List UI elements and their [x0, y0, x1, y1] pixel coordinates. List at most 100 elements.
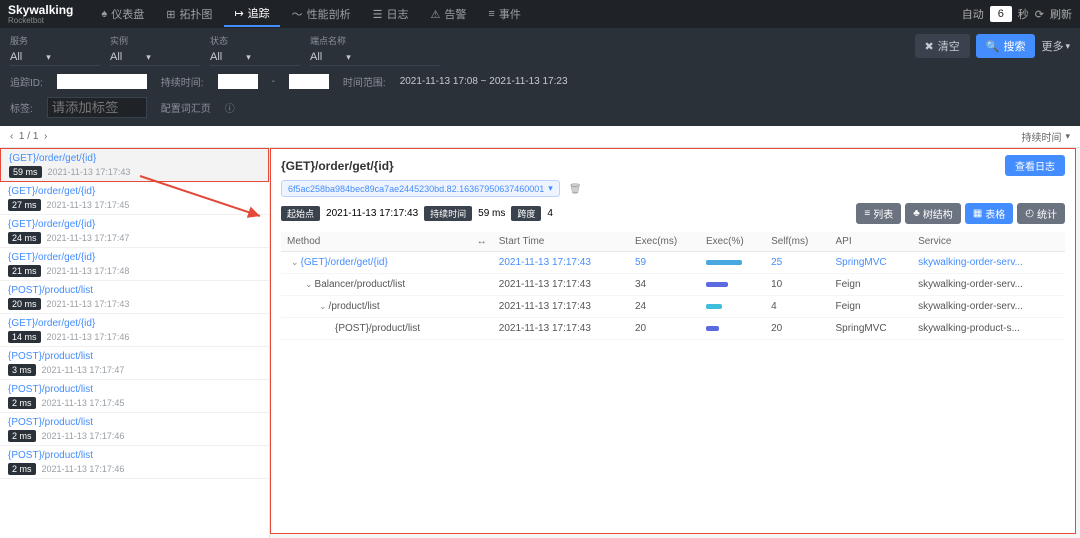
nav-alarm[interactable]: ⚠告警 — [421, 1, 477, 27]
caret-icon[interactable]: ⌄ — [305, 279, 313, 289]
refresh-seconds[interactable]: 6 — [990, 6, 1012, 22]
delete-icon[interactable]: 🗑 — [569, 184, 582, 195]
span-api: SpringMVC — [829, 252, 912, 274]
top-nav: Skywalking Rocketbot ♠仪表盘 ⊞拓扑图 ↦追踪 〜性能剖析… — [0, 0, 1080, 28]
col-service[interactable]: Service — [912, 232, 1065, 252]
trace-name: {GET}/order/get/{id} — [8, 219, 261, 230]
trace-name: {POST}/product/list — [8, 417, 261, 428]
keyword-label: 配置词汇页 — [161, 100, 211, 115]
trace-item[interactable]: {POST}/product/list3 ms2021-11-13 17:17:… — [0, 347, 269, 380]
nav-log[interactable]: ☰日志 — [363, 1, 419, 27]
trace-item[interactable]: {GET}/order/get/{id}24 ms2021-11-13 17:1… — [0, 215, 269, 248]
pager: ‹ 1 / 1 › 持续时间 ▾ — [0, 126, 1080, 148]
col-method[interactable]: Method — [281, 232, 471, 252]
trace-item[interactable]: {GET}/order/get/{id}27 ms2021-11-13 17:1… — [0, 182, 269, 215]
time-label: 时间范围: — [343, 74, 386, 89]
table-row[interactable]: ⌄Balancer/product/list2021-11-13 17:17:4… — [281, 274, 1065, 296]
caret-icon[interactable]: ⌄ — [319, 301, 327, 311]
trace-list: {GET}/order/get/{id}59 ms2021-11-13 17:1… — [0, 148, 270, 538]
auto-label: 自动 — [962, 6, 984, 22]
col-self[interactable]: Self(ms) — [765, 232, 829, 252]
col-start[interactable]: Start Time — [493, 232, 629, 252]
trace-item[interactable]: {GET}/order/get/{id}59 ms2021-11-13 17:1… — [0, 148, 269, 182]
start-value: 2021-11-13 17:17:43 — [326, 208, 418, 219]
trace-item[interactable]: {POST}/product/list 2 ms 2021-11-13 17:17:… — [0, 413, 269, 446]
tag-input[interactable] — [47, 97, 147, 118]
pager-page: 1 — [19, 131, 25, 142]
filter-bar: 服务 All▾ 实例 All▾ 状态 All▾ 端点名称 All▾ ✖清空 🔍搜… — [0, 28, 1080, 72]
top-right: 自动 6 秒 ⟳ 刷新 — [962, 6, 1072, 22]
trace-id-label: 追踪ID: — [10, 74, 43, 89]
trace-time: 2021-11-13 17:17:46 — [42, 431, 125, 441]
view-tree-button[interactable]: ♣ 树结构 — [905, 203, 961, 224]
refresh-label[interactable]: 刷新 — [1050, 6, 1072, 22]
trace-time: 2021-11-13 17:17:46 — [47, 332, 130, 342]
instance-filter[interactable]: 实例 All▾ — [110, 34, 200, 66]
endpoint-filter[interactable]: 端点名称 All▾ — [310, 34, 440, 66]
col-exec-ms[interactable]: Exec(ms) — [629, 232, 700, 252]
pager-prev[interactable]: ‹ — [10, 131, 13, 142]
duration-badge: 27 ms — [8, 199, 41, 211]
trace-item[interactable]: {POST}/product/list2 ms2021-11-13 17:17:… — [0, 380, 269, 413]
view-list-button[interactable]: ≡ 列表 — [856, 203, 901, 224]
trace-item[interactable]: {GET}/order/get/{id}21 ms2021-11-13 17:1… — [0, 248, 269, 281]
dur-value: 59 ms — [478, 208, 505, 219]
duration-from-input[interactable] — [218, 74, 258, 89]
state-filter[interactable]: 状态 All▾ — [210, 34, 300, 66]
table-row[interactable]: ⌄/product/list2021-11-13 17:17:43244Feig… — [281, 296, 1065, 318]
nav-event[interactable]: ≡事件 — [478, 1, 530, 27]
trace-time: 2021-11-13 17:17:43 — [47, 299, 130, 309]
nav-trace[interactable]: ↦追踪 — [224, 1, 279, 27]
span-method: {POST}/product/list — [335, 323, 420, 334]
refresh-icon[interactable]: ⟳ — [1035, 8, 1044, 21]
trace-id-chip[interactable]: 6f5ac258ba984bec89ca7ae2445230bd.82.1636… — [281, 180, 560, 197]
trace-time: 2021-11-13 17:17:48 — [47, 266, 130, 276]
col-api[interactable]: API — [829, 232, 912, 252]
log-icon: ☰ — [373, 8, 383, 21]
search-button[interactable]: 🔍搜索 — [976, 34, 1036, 58]
chevron-down-icon: ▾ — [46, 52, 51, 63]
view-stats-button[interactable]: ◴ 统计 — [1017, 203, 1065, 224]
nav-topology[interactable]: ⊞拓扑图 — [156, 1, 222, 27]
trace-id-input[interactable] — [57, 74, 147, 89]
duration-badge: 2 ms — [8, 430, 36, 442]
duration-badge: 20 ms — [8, 298, 41, 310]
trace-name: {POST}/product/list — [8, 285, 261, 296]
profile-icon: 〜 — [292, 6, 303, 22]
trace-name: {GET}/order/get/{id} — [8, 186, 261, 197]
nav-profile[interactable]: 〜性能剖析 — [282, 1, 361, 27]
sec-unit: 秒 — [1018, 6, 1029, 22]
table-row[interactable]: {POST}/product/list2021-11-13 17:17:4320… — [281, 318, 1065, 340]
trace-item[interactable]: {POST}/product/list2 ms2021-11-13 17:17:… — [0, 446, 269, 479]
span-exec-ms: 20 — [629, 318, 700, 340]
duration-to-input[interactable] — [289, 74, 329, 89]
info-icon[interactable]: ⓘ — [225, 100, 235, 115]
span-self: 25 — [765, 252, 829, 274]
filter-row-3: 标签: 配置词汇页 ⓘ — [0, 97, 1080, 126]
service-filter[interactable]: 服务 All▾ — [10, 34, 100, 66]
view-table-button[interactable]: ▦ 表格 — [965, 203, 1013, 224]
duration-badge: 3 ms — [8, 364, 36, 376]
clear-button[interactable]: ✖清空 — [915, 34, 970, 58]
pager-next[interactable]: › — [44, 131, 47, 142]
chevron-down-icon: ▾ — [1065, 41, 1070, 52]
span-start: 2021-11-13 17:17:43 — [493, 252, 629, 274]
span-exec-ms: 34 — [629, 274, 700, 296]
sort-label[interactable]: 持续时间 — [1021, 129, 1061, 144]
table-row[interactable]: ⌄{GET}/order/get/{id}2021-11-13 17:17:43… — [281, 252, 1065, 274]
time-range[interactable]: 2021-11-13 17:08 ~ 2021-11-13 17:23 — [400, 76, 568, 87]
col-exec-pct[interactable]: Exec(%) — [700, 232, 765, 252]
span-service: skywalking-order-serv... — [912, 274, 1065, 296]
trace-name: {GET}/order/get/{id} — [9, 153, 260, 164]
more-dropdown[interactable]: 更多▾ — [1041, 38, 1070, 54]
view-log-button[interactable]: 查看日志 — [1005, 155, 1065, 176]
caret-icon[interactable]: ⌄ — [291, 257, 299, 267]
trace-detail: {GET}/order/get/{id} 查看日志 6f5ac258ba984b… — [270, 148, 1076, 534]
event-icon: ≡ — [488, 8, 494, 20]
span-service: skywalking-order-serv... — [912, 296, 1065, 318]
trace-time: 2021-11-13 17:17:47 — [42, 365, 125, 375]
col-expand[interactable]: ↔ — [471, 232, 493, 252]
trace-item[interactable]: {POST}/product/list 20 ms 2021-11-13 17:17… — [0, 281, 269, 314]
nav-dashboard[interactable]: ♠仪表盘 — [91, 1, 154, 27]
trace-item[interactable]: {GET}/order/get/{id}14 ms2021-11-13 17:1… — [0, 314, 269, 347]
